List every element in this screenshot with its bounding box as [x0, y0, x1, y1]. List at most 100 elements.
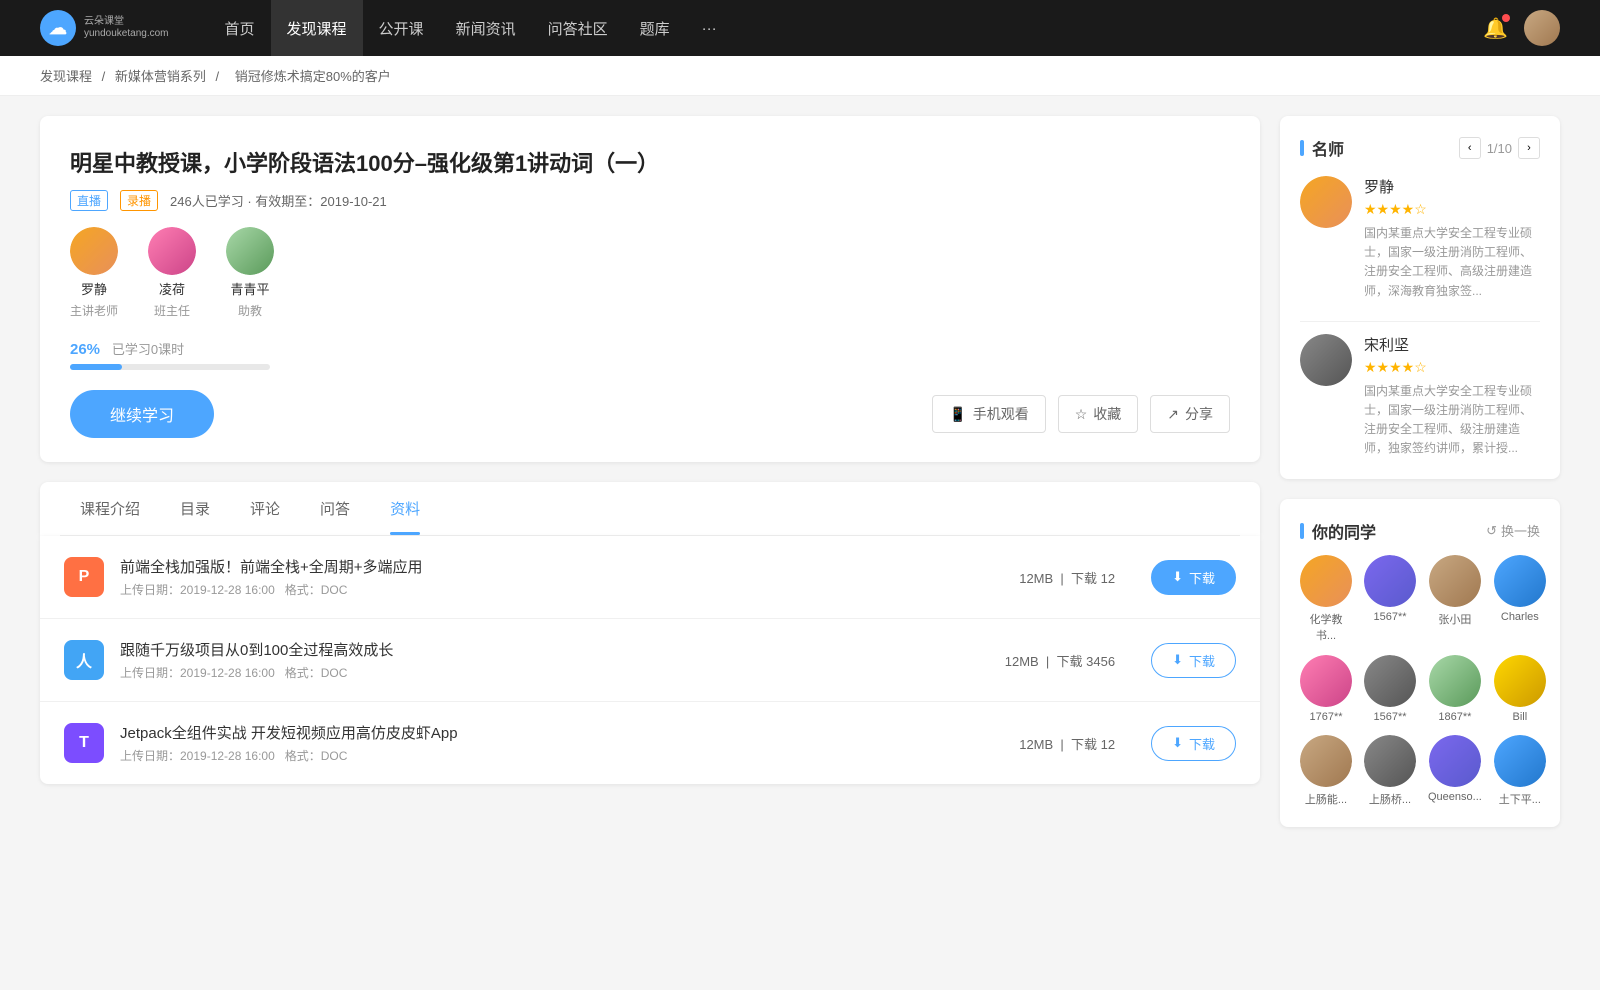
teacher-name: 青青平 [231, 279, 270, 298]
classmate-avatar [1429, 735, 1481, 787]
resource-info: 前端全栈加强版！前端全栈+全周期+多端应用 上传日期：2019-12-28 16… [120, 556, 1003, 598]
tab-问答[interactable]: 问答 [300, 482, 370, 535]
classmate-item[interactable]: 1567** [1364, 655, 1416, 723]
classmate-item[interactable]: 1867** [1428, 655, 1482, 723]
logo-text: 云朵课堂 yundouketang.com [84, 16, 169, 40]
course-title: 明星中教授课，小学阶段语法100分–强化级第1讲动词（一） [70, 146, 1230, 178]
tab-资料[interactable]: 资料 [370, 482, 440, 535]
nav-item-新闻资讯[interactable]: 新闻资讯 [440, 0, 532, 56]
teacher-stars: ★★★★☆ [1364, 359, 1540, 376]
classmate-name: Queenso... [1428, 791, 1482, 803]
breadcrumb-link-2[interactable]: 新媒体营销系列 [115, 69, 206, 84]
nav-item-···[interactable]: ··· [686, 0, 733, 56]
download-icon: ⬇ [1172, 735, 1183, 751]
continue-learning-button[interactable]: 继续学习 [70, 390, 214, 438]
nav-item-首页[interactable]: 首页 [209, 0, 271, 56]
phone-icon: 📱 [949, 406, 966, 423]
classmate-name: 上肠桥... [1369, 791, 1411, 807]
teacher-name: 罗静 [81, 279, 107, 298]
mobile-watch-button[interactable]: 📱 手机观看 [932, 395, 1045, 433]
nav-item-问答社区[interactable]: 问答社区 [532, 0, 624, 56]
navbar: ☁ 云朵课堂 yundouketang.com 首页发现课程公开课新闻资讯问答社… [0, 0, 1600, 56]
download-icon: ⬇ [1172, 652, 1183, 668]
sidebar: 名师 ‹ 1/10 › 罗静 ★★★★☆ 国内某重点大学安全工程专业硕士，国家一… [1280, 116, 1560, 847]
resource-meta: 上传日期：2019-12-28 16:00 格式：DOC [120, 664, 989, 681]
classmate-item[interactable]: 上肠能... [1300, 735, 1352, 807]
classmate-item[interactable]: 1767** [1300, 655, 1352, 723]
classmate-name: 1767** [1309, 711, 1342, 723]
badge-live: 直播 [70, 190, 108, 211]
user-avatar[interactable] [1524, 10, 1560, 46]
classmates-header: 你的同学 ↺ 换一换 [1300, 519, 1540, 543]
classmate-avatar [1494, 555, 1546, 607]
teacher-item: 青青平 助教 [226, 227, 274, 319]
classmate-name: 1567** [1373, 611, 1406, 623]
badge-record: 录播 [120, 190, 158, 211]
resource-icon: 人 [64, 640, 104, 680]
resource-stats: 12MB | 下载 12 [1019, 734, 1115, 753]
nav-item-发现课程[interactable]: 发现课程 [271, 0, 363, 56]
classmate-avatar [1300, 735, 1352, 787]
prev-teacher-button[interactable]: ‹ [1459, 137, 1481, 159]
classmate-avatar [1364, 555, 1416, 607]
classmate-item[interactable]: 土下平... [1494, 735, 1546, 807]
tab-目录[interactable]: 目录 [160, 482, 230, 535]
classmate-item[interactable]: Queenso... [1428, 735, 1482, 807]
download-button[interactable]: ⬇ 下载 [1151, 726, 1236, 761]
classmate-avatar [1494, 735, 1546, 787]
tab-评论[interactable]: 评论 [230, 482, 300, 535]
teachers-card-title: 名师 [1300, 136, 1344, 160]
classmate-item[interactable]: 张小田 [1428, 555, 1482, 643]
sidebar-teacher-avatar [1300, 176, 1352, 228]
classmate-name: Charles [1501, 611, 1539, 623]
sidebar-teacher-item: 罗静 ★★★★☆ 国内某重点大学安全工程专业硕士，国家一级注册消防工程师、注册安… [1300, 176, 1540, 301]
resource-stats: 12MB | 下载 3456 [1005, 651, 1115, 670]
resource-icon: T [64, 723, 104, 763]
nav-item-公开课[interactable]: 公开课 [363, 0, 440, 56]
teachers-card-header: 名师 ‹ 1/10 › [1300, 136, 1540, 160]
logo[interactable]: ☁ 云朵课堂 yundouketang.com [40, 10, 169, 46]
classmate-item[interactable]: Bill [1494, 655, 1546, 723]
classmate-avatar [1429, 655, 1481, 707]
classmate-avatar [1364, 735, 1416, 787]
notification-dot [1502, 14, 1510, 22]
classmate-name: 1567** [1373, 711, 1406, 723]
classmate-item[interactable]: Charles [1494, 555, 1546, 643]
share-icon: ↗ [1167, 406, 1179, 423]
resource-info: Jetpack全组件实战 开发短视频应用高仿皮皮虾App 上传日期：2019-1… [120, 722, 1003, 764]
resource-meta: 上传日期：2019-12-28 16:00 格式：DOC [120, 581, 1003, 598]
classmate-item[interactable]: 上肠桥... [1364, 735, 1416, 807]
teacher-role: 主讲老师 [70, 302, 118, 319]
bell-icon[interactable]: 🔔 [1483, 16, 1508, 41]
classmate-item[interactable]: 化学教书... [1300, 555, 1352, 643]
teacher-avatar [226, 227, 274, 275]
download-button[interactable]: ⬇ 下载 [1151, 560, 1236, 595]
teachers-pagination: ‹ 1/10 › [1459, 137, 1540, 159]
logo-sub: yundouketang.com [84, 28, 169, 40]
classmate-name: 上肠能... [1305, 791, 1347, 807]
download-button[interactable]: ⬇ 下载 [1151, 643, 1236, 678]
nav-item-题库[interactable]: 题库 [624, 0, 686, 56]
classmate-item[interactable]: 1567** [1364, 555, 1416, 643]
favorite-button[interactable]: ☆ 收藏 [1058, 395, 1139, 433]
classmate-avatar [1364, 655, 1416, 707]
classmate-name: 张小田 [1438, 611, 1471, 627]
tabs-card: 课程介绍目录评论问答资料 [40, 482, 1260, 536]
main-container: 明星中教授课，小学阶段语法100分–强化级第1讲动词（一） 直播 录播 246人… [0, 96, 1600, 867]
course-card: 明星中教授课，小学阶段语法100分–强化级第1讲动词（一） 直播 录播 246人… [40, 116, 1260, 462]
tab-课程介绍[interactable]: 课程介绍 [60, 482, 160, 535]
share-button[interactable]: ↗ 分享 [1150, 395, 1230, 433]
resource-icon: P [64, 557, 104, 597]
teacher-item: 凌荷 班主任 [148, 227, 196, 319]
progress-percent: 26% [70, 341, 100, 358]
star-icon: ☆ [1075, 406, 1088, 423]
resource-item: T Jetpack全组件实战 开发短视频应用高仿皮皮虾App 上传日期：2019… [40, 702, 1260, 784]
refresh-button[interactable]: ↺ 换一换 [1486, 521, 1540, 540]
tabs: 课程介绍目录评论问答资料 [60, 482, 1240, 536]
teacher-item: 罗静 主讲老师 [70, 227, 118, 319]
breadcrumb-link-1[interactable]: 发现课程 [40, 69, 92, 84]
classmate-avatar [1494, 655, 1546, 707]
next-teacher-button[interactable]: › [1518, 137, 1540, 159]
progress-sub: 已学习0课时 [112, 342, 184, 357]
classmate-name: 1867** [1438, 711, 1471, 723]
